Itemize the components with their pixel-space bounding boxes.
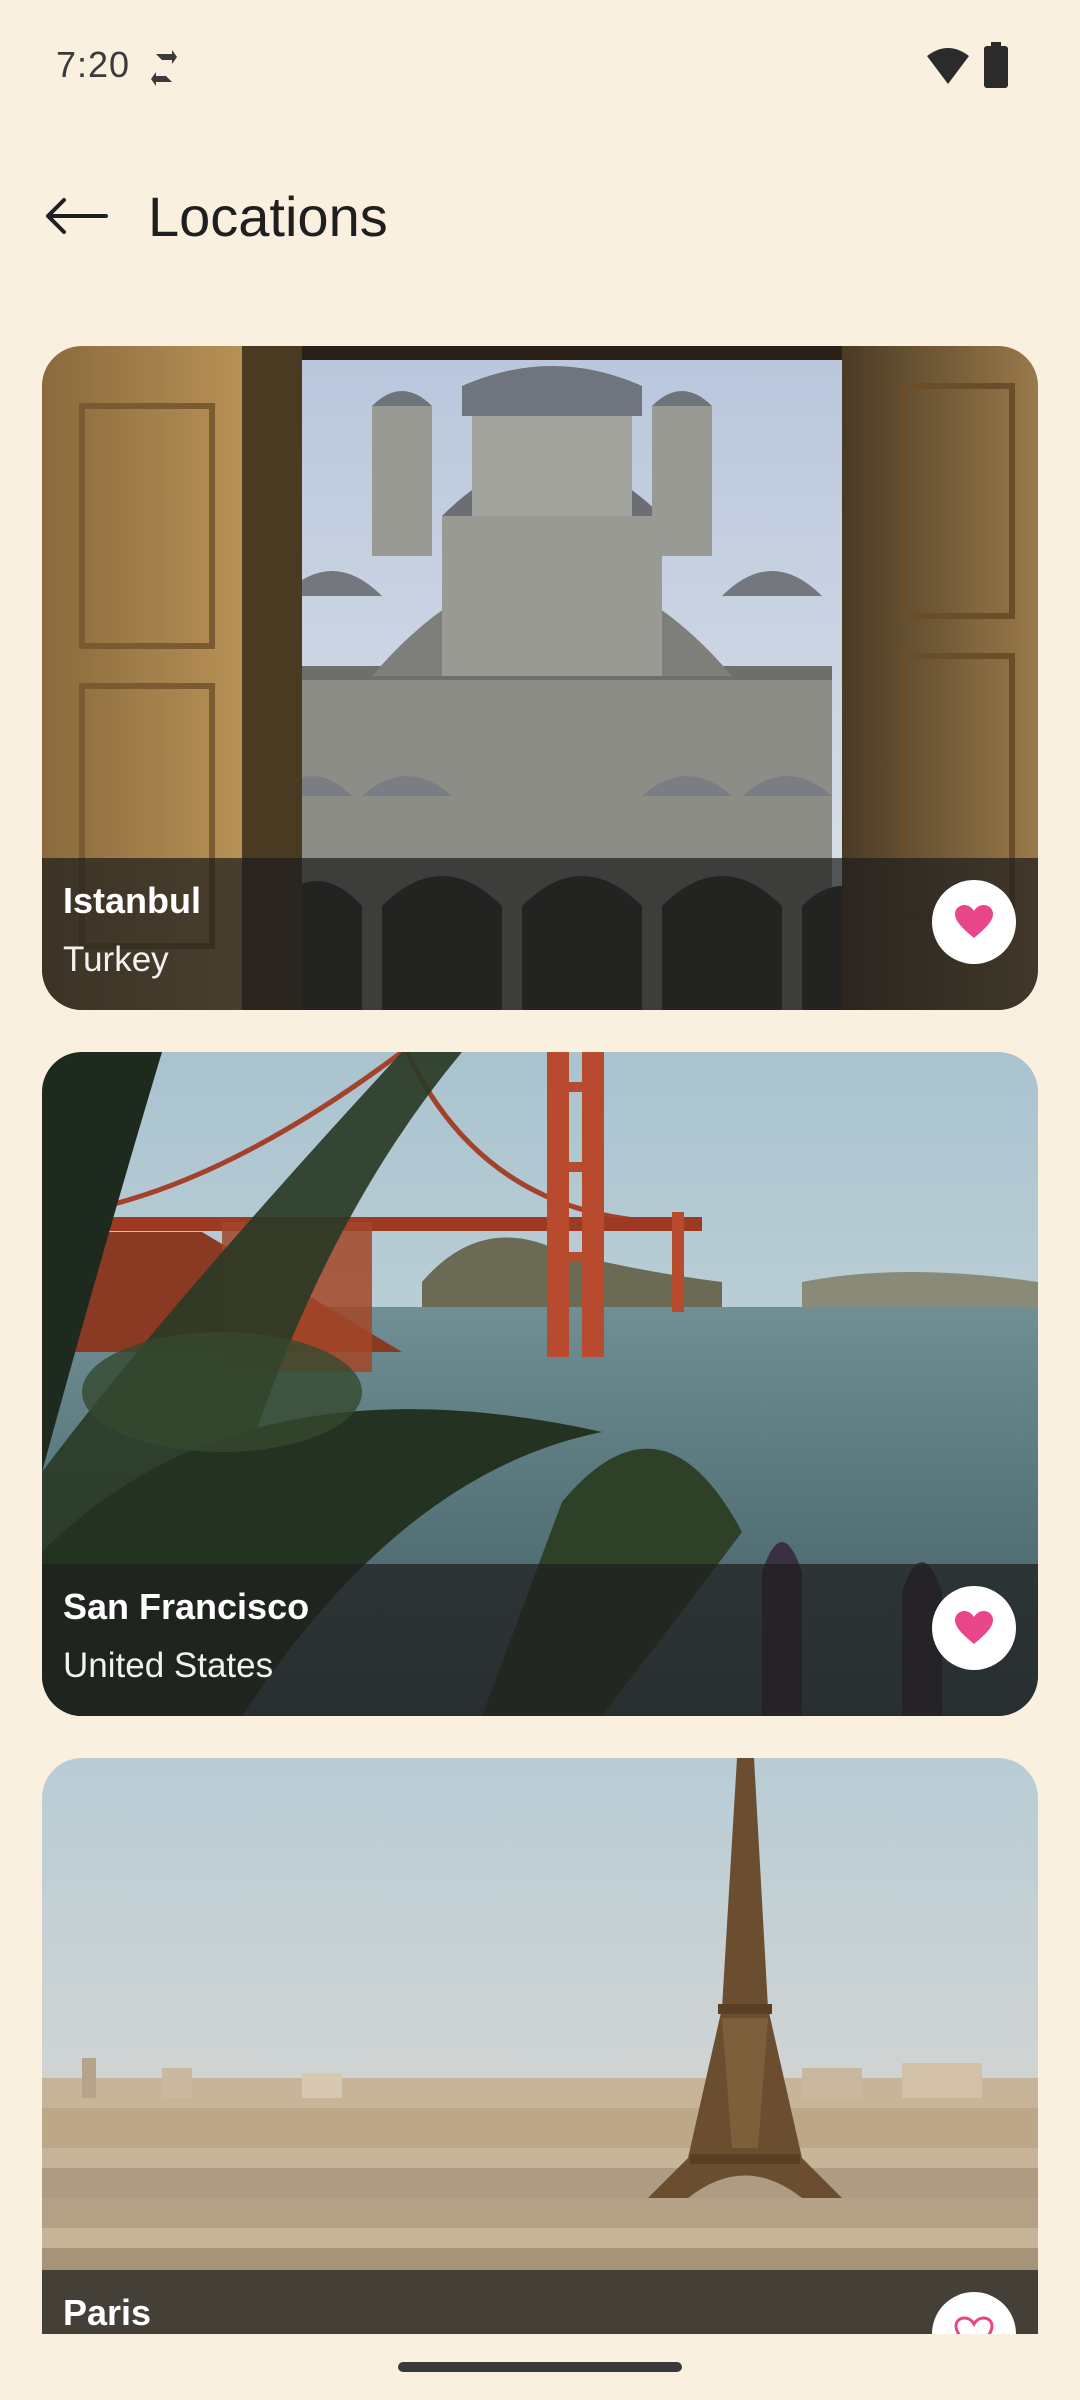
status-bar: 7:20 — [0, 0, 1080, 132]
location-city: San Francisco — [63, 1586, 310, 1627]
heart-filled-icon — [955, 1611, 993, 1644]
location-card-istanbul[interactable]: Istanbul Turkey — [42, 346, 1038, 1010]
back-button[interactable] — [28, 168, 124, 264]
heart-outline-icon — [954, 2316, 994, 2334]
gesture-navigation-handle[interactable] — [398, 2362, 682, 2372]
location-card-paris[interactable]: Paris — [42, 1758, 1038, 2334]
wifi-icon — [927, 48, 969, 84]
top-app-bar: Locations — [0, 160, 1080, 280]
sync-icon — [151, 50, 177, 86]
location-card-san-francisco[interactable]: San Francisco United States — [42, 1052, 1038, 1716]
battery-icon — [984, 42, 1008, 88]
card-caption: Istanbul Turkey — [42, 858, 1038, 1010]
page-title: Locations — [148, 185, 388, 248]
arrow-left-icon — [46, 198, 108, 234]
favorite-button[interactable] — [932, 880, 1016, 964]
location-image-paris — [42, 1758, 1038, 2334]
location-country: United States — [63, 1646, 274, 1685]
location-city: Istanbul — [63, 880, 202, 921]
heart-filled-icon — [955, 905, 993, 938]
status-time: 7:20 — [56, 44, 131, 85]
favorite-button[interactable] — [932, 2292, 1016, 2334]
location-country: Turkey — [63, 940, 169, 979]
card-caption: Paris — [42, 2270, 1038, 2334]
location-city: Paris — [63, 2292, 152, 2333]
card-caption: San Francisco United States — [42, 1564, 1038, 1716]
card-clip: Paris — [0, 1758, 1080, 2334]
favorite-button[interactable] — [932, 1586, 1016, 1670]
